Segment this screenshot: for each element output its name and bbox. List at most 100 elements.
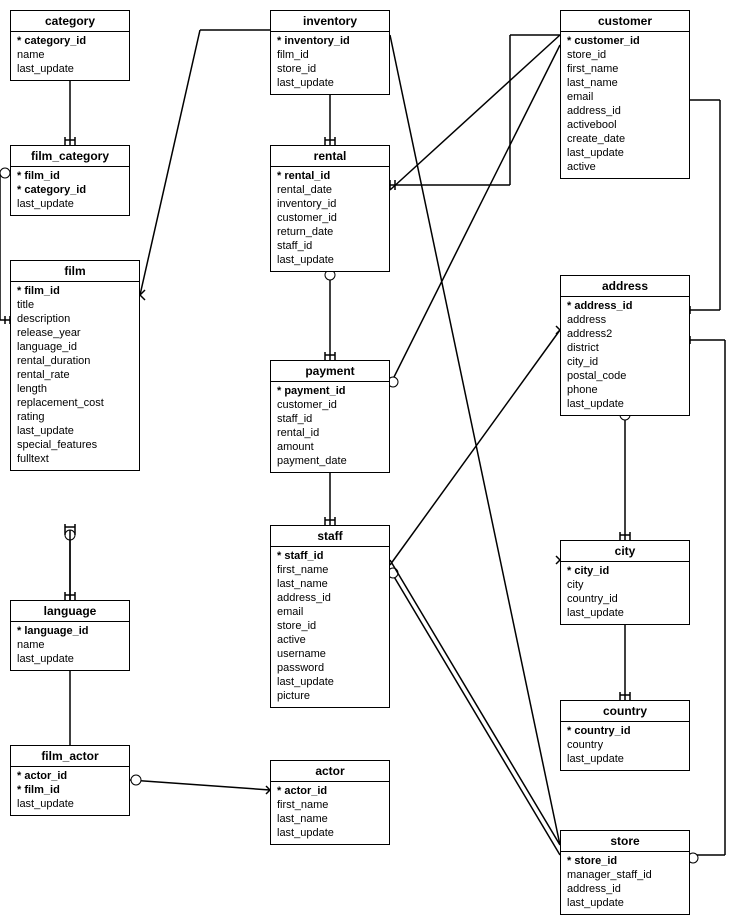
field-customer-2: first_name	[567, 62, 683, 76]
table-header-payment: payment	[271, 361, 389, 382]
field-staff-9: last_update	[277, 675, 383, 689]
table-film_actor: film_actor * actor_id* film_idlast_update	[10, 745, 130, 816]
field-payment-1: customer_id	[277, 398, 383, 412]
field-customer-1: store_id	[567, 48, 683, 62]
field-film-12: fulltext	[17, 452, 133, 466]
field-film-0: * film_id	[17, 284, 133, 298]
table-header-staff: staff	[271, 526, 389, 547]
field-film_actor-0: * actor_id	[17, 769, 123, 783]
field-film-4: language_id	[17, 340, 133, 354]
field-film_category-1: * category_id	[17, 183, 123, 197]
table-film: film * film_idtitledescriptionrelease_yea…	[10, 260, 140, 471]
field-store-2: address_id	[567, 882, 683, 896]
field-payment-4: amount	[277, 440, 383, 454]
field-staff-0: * staff_id	[277, 549, 383, 563]
field-address-5: postal_code	[567, 369, 683, 383]
field-inventory-2: store_id	[277, 62, 383, 76]
field-staff-5: store_id	[277, 619, 383, 633]
table-customer: customer* customer_idstore_idfirst_namel…	[560, 10, 690, 179]
table-language: language* language_idnamelast_update	[10, 600, 130, 671]
field-city-2: country_id	[567, 592, 683, 606]
field-customer-4: email	[567, 90, 683, 104]
field-rental-0: * rental_id	[277, 169, 383, 183]
field-staff-1: first_name	[277, 563, 383, 577]
field-category-0: * category_id	[17, 34, 123, 48]
table-header-film_actor: film_actor	[11, 746, 129, 767]
field-category-1: name	[17, 48, 123, 62]
field-film-3: release_year	[17, 326, 133, 340]
field-film-6: rental_rate	[17, 368, 133, 382]
table-header-rental: rental	[271, 146, 389, 167]
field-film-1: title	[17, 298, 133, 312]
field-city-0: * city_id	[567, 564, 683, 578]
field-inventory-3: last_update	[277, 76, 383, 90]
field-actor-0: * actor_id	[277, 784, 383, 798]
field-film_actor-2: last_update	[17, 797, 123, 811]
table-header-film_category: film_category	[11, 146, 129, 167]
table-store: store* store_idmanager_staff_idaddress_i…	[560, 830, 690, 915]
field-store-1: manager_staff_id	[567, 868, 683, 882]
field-city-1: city	[567, 578, 683, 592]
field-address-3: district	[567, 341, 683, 355]
field-payment-0: * payment_id	[277, 384, 383, 398]
field-store-3: last_update	[567, 896, 683, 910]
table-header-film: film	[11, 261, 139, 282]
table-film_category: film_category * film_id* category_idlast_…	[10, 145, 130, 216]
field-customer-5: address_id	[567, 104, 683, 118]
table-header-address: address	[561, 276, 689, 297]
field-customer-9: active	[567, 160, 683, 174]
field-film_category-0: * film_id	[17, 169, 123, 183]
field-language-0: * language_id	[17, 624, 123, 638]
field-film-7: length	[17, 382, 133, 396]
field-film-2: description	[17, 312, 133, 326]
field-inventory-1: film_id	[277, 48, 383, 62]
field-country-0: * country_id	[567, 724, 683, 738]
field-film-10: last_update	[17, 424, 133, 438]
field-rental-1: rental_date	[277, 183, 383, 197]
field-language-1: name	[17, 638, 123, 652]
field-payment-2: staff_id	[277, 412, 383, 426]
field-actor-3: last_update	[277, 826, 383, 840]
field-staff-3: address_id	[277, 591, 383, 605]
field-film_actor-1: * film_id	[17, 783, 123, 797]
field-staff-8: password	[277, 661, 383, 675]
table-header-store: store	[561, 831, 689, 852]
table-staff: staff * staff_idfirst_namelast_nameaddres…	[270, 525, 390, 708]
field-country-2: last_update	[567, 752, 683, 766]
field-address-1: address	[567, 313, 683, 327]
field-address-0: * address_id	[567, 299, 683, 313]
table-city: city* city_idcitycountry_idlast_update	[560, 540, 690, 625]
field-address-7: last_update	[567, 397, 683, 411]
table-header-inventory: inventory	[271, 11, 389, 32]
field-staff-10: picture	[277, 689, 383, 703]
table-category: category* category_idnamelast_update	[10, 10, 130, 81]
table-actor: actor * actor_idfirst_namelast_namelast_u…	[270, 760, 390, 845]
field-film-5: rental_duration	[17, 354, 133, 368]
table-address: address* address_idaddressaddress2distri…	[560, 275, 690, 416]
field-staff-6: active	[277, 633, 383, 647]
field-actor-1: first_name	[277, 798, 383, 812]
table-header-actor: actor	[271, 761, 389, 782]
field-rental-4: return_date	[277, 225, 383, 239]
field-staff-7: username	[277, 647, 383, 661]
field-language-2: last_update	[17, 652, 123, 666]
field-address-2: address2	[567, 327, 683, 341]
field-category-2: last_update	[17, 62, 123, 76]
table-header-city: city	[561, 541, 689, 562]
table-header-country: country	[561, 701, 689, 722]
field-staff-2: last_name	[277, 577, 383, 591]
table-payment: payment * payment_idcustomer_idstaff_idre…	[270, 360, 390, 473]
field-country-1: country	[567, 738, 683, 752]
field-film_category-2: last_update	[17, 197, 123, 211]
table-header-customer: customer	[561, 11, 689, 32]
field-film-9: rating	[17, 410, 133, 424]
field-film-8: replacement_cost	[17, 396, 133, 410]
field-actor-2: last_name	[277, 812, 383, 826]
field-payment-3: rental_id	[277, 426, 383, 440]
field-customer-0: * customer_id	[567, 34, 683, 48]
table-country: country* country_idcountrylast_update	[560, 700, 690, 771]
field-rental-5: staff_id	[277, 239, 383, 253]
field-customer-7: create_date	[567, 132, 683, 146]
erd-diagram: category* category_idnamelast_update inve…	[0, 0, 730, 920]
field-address-4: city_id	[567, 355, 683, 369]
